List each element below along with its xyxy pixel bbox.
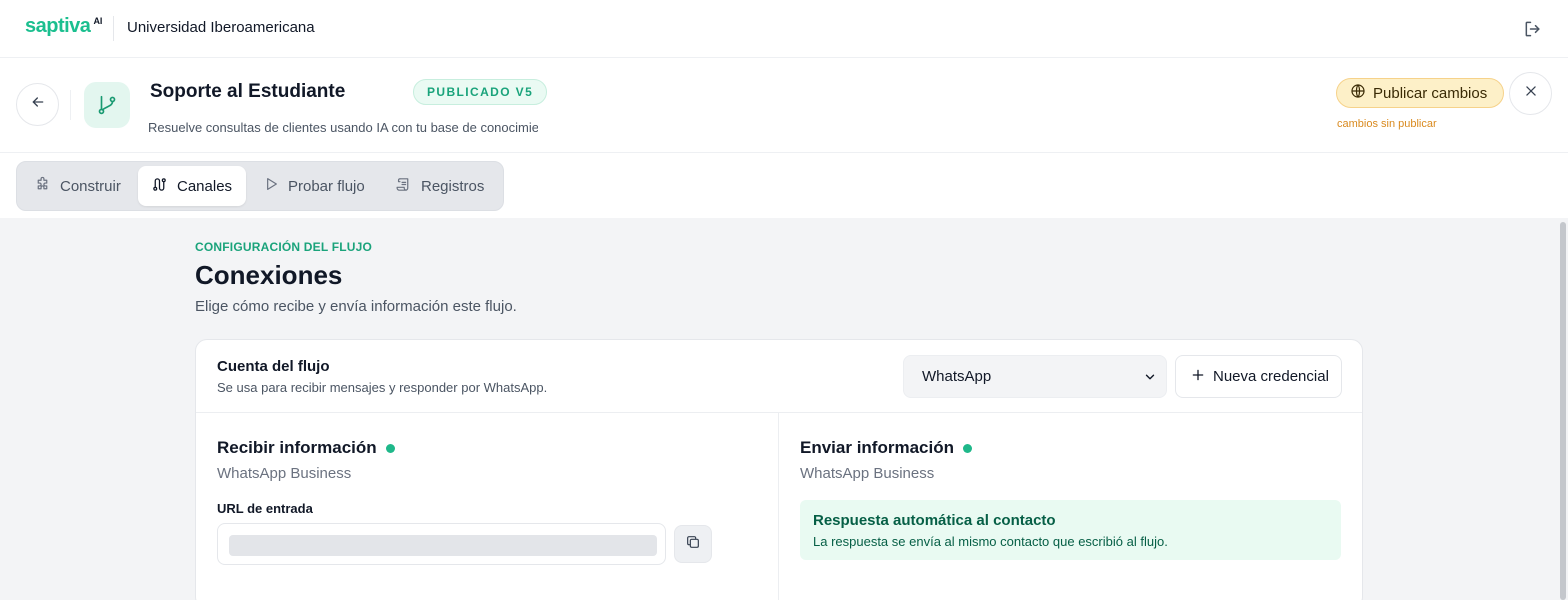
connections-card: Cuenta del flujo Se usa para recibir men…: [195, 339, 1363, 600]
tab-label: Canales: [177, 177, 233, 195]
entry-url-field[interactable]: [217, 523, 666, 565]
card-divider: [196, 412, 1362, 413]
notice-title: Respuesta automática al contacto: [813, 512, 1056, 529]
arrow-left-icon: [30, 94, 46, 115]
auto-reply-notice: Respuesta automática al contacto La resp…: [800, 500, 1341, 560]
send-section-title: Enviar información: [800, 438, 972, 458]
status-badge: PUBLICADO V5: [413, 79, 548, 105]
url-label: URL de entrada: [217, 501, 313, 516]
page-title: Conexiones: [195, 260, 343, 290]
top-bar: saptiva AI Universidad Iberoamericana: [0, 0, 1568, 58]
receive-title-text: Recibir información: [217, 438, 377, 457]
page-subtitle: Elige cómo recibe y envía información es…: [195, 298, 517, 315]
section-eyebrow: CONFIGURACIÓN DEL FLUJO: [195, 240, 373, 254]
play-icon: [263, 176, 279, 196]
send-provider: WhatsApp Business: [800, 465, 935, 482]
tab-canales[interactable]: Canales: [138, 166, 246, 206]
logo-text: saptiva: [25, 15, 91, 37]
saptiva-logo[interactable]: saptiva AI: [25, 15, 102, 38]
unpublished-note: cambios sin publicar: [1337, 118, 1437, 130]
scrollbar[interactable]: [1560, 222, 1566, 600]
logo-superscript: AI: [93, 16, 103, 26]
scroll-icon: [395, 176, 412, 197]
git-branch-icon: [84, 82, 130, 128]
column-divider: [778, 413, 779, 600]
chevron-down-icon: [1143, 370, 1157, 388]
main-content: CONFIGURACIÓN DEL FLUJO Conexiones Elige…: [0, 218, 1568, 600]
tab-registros[interactable]: Registros: [378, 166, 498, 206]
url-placeholder-skeleton: [229, 535, 657, 556]
header-divider: [70, 90, 71, 120]
back-button[interactable]: [16, 83, 59, 126]
flow-description: Resuelve consultas de clientes usando IA…: [148, 120, 538, 135]
tab-group: Construir Canales Probar flujo Registros: [16, 161, 504, 211]
tab-construir[interactable]: Construir: [17, 166, 137, 206]
channel-select[interactable]: WhatsApp: [903, 355, 1167, 398]
account-subtitle: Se usa para recibir mensajes y responder…: [217, 380, 548, 395]
status-dot: [962, 443, 972, 453]
puzzle-icon: [34, 176, 51, 197]
flow-header: Soporte al Estudiante PUBLICADO V5 Resue…: [0, 58, 1568, 153]
receive-provider: WhatsApp Business: [217, 465, 352, 482]
flow-title: Soporte al Estudiante: [150, 81, 346, 102]
tab-label: Probar flujo: [288, 177, 365, 195]
tab-probar-flujo[interactable]: Probar flujo: [246, 166, 376, 206]
route-icon: [151, 176, 168, 197]
new-credential-button[interactable]: Nueva credencial: [1175, 355, 1342, 398]
copy-icon: [685, 534, 701, 555]
top-divider: [113, 16, 114, 41]
close-icon: [1524, 84, 1538, 103]
channel-select-value: WhatsApp: [922, 368, 992, 385]
close-button[interactable]: [1509, 72, 1552, 115]
organization-name: Universidad Iberoamericana: [127, 19, 315, 36]
send-title-text: Enviar información: [800, 438, 954, 457]
tabs-bar: Construir Canales Probar flujo Registros: [0, 153, 1568, 218]
copy-url-button[interactable]: [674, 525, 712, 563]
publish-changes-button[interactable]: Publicar cambios: [1336, 78, 1504, 108]
new-credential-label: Nueva credencial: [1213, 368, 1329, 385]
logout-icon[interactable]: [1523, 19, 1545, 41]
globe-icon: [1350, 83, 1366, 103]
receive-section-title: Recibir información: [217, 438, 395, 458]
status-dot: [385, 443, 395, 453]
account-title: Cuenta del flujo: [217, 358, 330, 375]
notice-text: La respuesta se envía al mismo contacto …: [813, 534, 1168, 549]
tab-label: Registros: [421, 177, 485, 195]
plus-icon: [1191, 368, 1205, 386]
publish-label: Publicar cambios: [1373, 84, 1488, 102]
tab-label: Construir: [60, 177, 121, 195]
